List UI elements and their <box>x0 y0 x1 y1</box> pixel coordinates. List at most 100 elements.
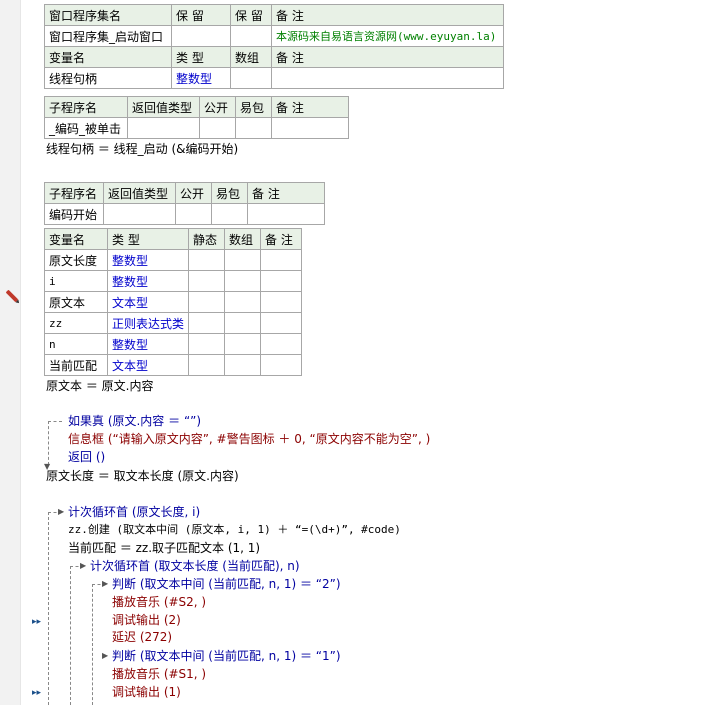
header-cell: 备 注 <box>247 182 325 204</box>
var-type-cell[interactable]: 文本型 <box>106 291 190 313</box>
header-cell: 备 注 <box>271 4 504 26</box>
flow-arrow-icon: ▶ <box>102 579 109 588</box>
code-line[interactable]: zz.创建 (取文本中间 (原文本, i, 1) ＋ “=(\d+)”, #co… <box>68 521 401 539</box>
var-name-cell[interactable]: 原文长度 <box>44 249 108 271</box>
cell[interactable] <box>230 67 272 89</box>
cell[interactable] <box>224 312 262 334</box>
breakpoint-marker-icon[interactable]: ▸▸ <box>32 689 42 698</box>
cell[interactable] <box>224 291 262 313</box>
header-cell: 保 留 <box>230 4 272 26</box>
cell[interactable] <box>171 25 231 47</box>
var-name-cell[interactable]: 线程句柄 <box>44 67 172 89</box>
var-name-cell[interactable]: i <box>44 270 108 292</box>
header-cell: 公开 <box>199 96 236 118</box>
var-type-cell[interactable]: 文本型 <box>106 354 190 376</box>
header-cell: 备 注 <box>271 46 504 68</box>
cell[interactable] <box>224 270 262 292</box>
assembly-name-cell[interactable]: 窗口程序集_启动窗口 <box>44 25 172 47</box>
cell[interactable] <box>271 117 349 139</box>
code-line[interactable]: 信息框 (“请输入原文内容”, #警告图标 ＋ 0, “原文内容不能为空”, ) <box>68 430 430 448</box>
code-line[interactable]: 延迟 (272) <box>112 628 172 646</box>
header-cell: 数组 <box>224 228 262 250</box>
var-name-cell[interactable]: zz <box>44 312 108 334</box>
cell[interactable] <box>260 249 303 271</box>
code-line[interactable]: 原文长度 ＝ 取文本长度 (原文.内容) <box>46 467 239 485</box>
code-line[interactable]: 线程句柄 ＝ 线程_启动 (&编码开始) <box>46 140 238 158</box>
var-name-cell[interactable]: 原文本 <box>44 291 108 313</box>
header-cell: 变量名 <box>44 228 108 250</box>
code-line[interactable]: 调试输出 (1) <box>112 683 181 701</box>
subroutine-name-cell[interactable]: _编码_被单击 <box>44 117 128 139</box>
cell[interactable] <box>211 203 248 225</box>
cell[interactable] <box>188 333 226 355</box>
local-variables-table: 变量名 类 型 静态 数组 备 注 原文长度 整数型 i 整数型 原文本 文本型… <box>44 228 303 376</box>
code-line[interactable]: 播放音乐 (#S1, ) <box>112 665 206 683</box>
var-type-cell[interactable]: 整数型 <box>106 270 190 292</box>
cell[interactable] <box>260 312 303 334</box>
code-line[interactable]: 播放音乐 (#S2, ) <box>112 593 206 611</box>
header-cell: 类 型 <box>106 228 190 250</box>
code-line[interactable]: 当前匹配 ＝ zz.取子匹配文本 (1, 1) <box>68 539 260 557</box>
code-line[interactable]: 调试输出 (2) <box>112 611 181 629</box>
header-cell: 变量名 <box>44 46 172 68</box>
code-line-switch[interactable]: 判断 (取文本中间 (当前匹配, n, 1) ＝ “2”) <box>112 575 341 593</box>
var-name-cell[interactable]: 当前匹配 <box>44 354 108 376</box>
header-cell: 静态 <box>188 228 226 250</box>
cell[interactable] <box>175 203 212 225</box>
header-cell: 保 留 <box>171 4 231 26</box>
code-line-switch[interactable]: 判断 (取文本中间 (当前匹配, n, 1) ＝ “1”) <box>112 647 341 665</box>
cell[interactable] <box>188 270 226 292</box>
cell[interactable] <box>188 249 226 271</box>
var-type-cell[interactable]: 整数型 <box>106 249 190 271</box>
code-line-if[interactable]: 如果真 (原文.内容 ＝ “”) <box>68 412 201 430</box>
flow-line <box>48 421 49 465</box>
flow-arrow-icon: ▶ <box>80 561 87 570</box>
subroutine-name-cell[interactable]: 编码开始 <box>44 203 104 225</box>
code-line[interactable]: 原文本 ＝ 原文.内容 <box>46 377 153 395</box>
flow-line <box>92 584 93 705</box>
cell[interactable] <box>235 117 272 139</box>
header-cell: 数组 <box>230 46 272 68</box>
var-type-cell[interactable]: 整数型 <box>106 333 190 355</box>
flow-line <box>48 421 62 422</box>
header-cell: 子程序名 <box>44 96 128 118</box>
code-line-loop[interactable]: 计次循环首 (原文长度, i) <box>68 503 200 521</box>
cell[interactable] <box>188 312 226 334</box>
var-type-cell[interactable]: 正则表达式类 <box>106 312 190 334</box>
cell[interactable] <box>188 291 226 313</box>
cell[interactable] <box>247 203 325 225</box>
flow-arrow-icon: ▶ <box>102 651 109 660</box>
cell[interactable] <box>224 333 262 355</box>
var-name-cell[interactable]: n <box>44 333 108 355</box>
cell[interactable] <box>224 354 262 376</box>
cell[interactable] <box>230 25 272 47</box>
breakpoint-marker-icon[interactable]: ▸▸ <box>32 618 42 627</box>
header-cell: 易包 <box>235 96 272 118</box>
cell[interactable] <box>271 67 504 89</box>
header-cell: 返回值类型 <box>103 182 176 204</box>
cell[interactable] <box>260 291 303 313</box>
cell[interactable] <box>103 203 176 225</box>
cell[interactable] <box>260 333 303 355</box>
header-cell: 返回值类型 <box>127 96 200 118</box>
cell[interactable] <box>199 117 236 139</box>
header-cell: 备 注 <box>271 96 349 118</box>
flow-line <box>70 566 71 705</box>
code-line-loop[interactable]: 计次循环首 (取文本长度 (当前匹配), n) <box>90 557 300 575</box>
cell[interactable] <box>260 354 303 376</box>
var-type-cell[interactable]: 整数型 <box>171 67 231 89</box>
cell[interactable] <box>188 354 226 376</box>
margin-line <box>20 0 21 705</box>
remark-cell[interactable]: 本源码来自易语言资源网(www.eyuyan.la) <box>271 25 504 47</box>
editor-gutter <box>0 0 21 705</box>
flow-line <box>48 512 49 705</box>
header-cell: 子程序名 <box>44 182 104 204</box>
subroutine-table: 子程序名 返回值类型 公开 易包 备 注 _编码_被单击 <box>44 96 349 139</box>
header-cell: 公开 <box>175 182 212 204</box>
cell[interactable] <box>127 117 200 139</box>
code-line[interactable]: 返回 () <box>68 448 105 466</box>
cell[interactable] <box>224 249 262 271</box>
subroutine-table: 子程序名 返回值类型 公开 易包 备 注 编码开始 <box>44 182 325 225</box>
header-cell: 备 注 <box>260 228 303 250</box>
cell[interactable] <box>260 270 303 292</box>
